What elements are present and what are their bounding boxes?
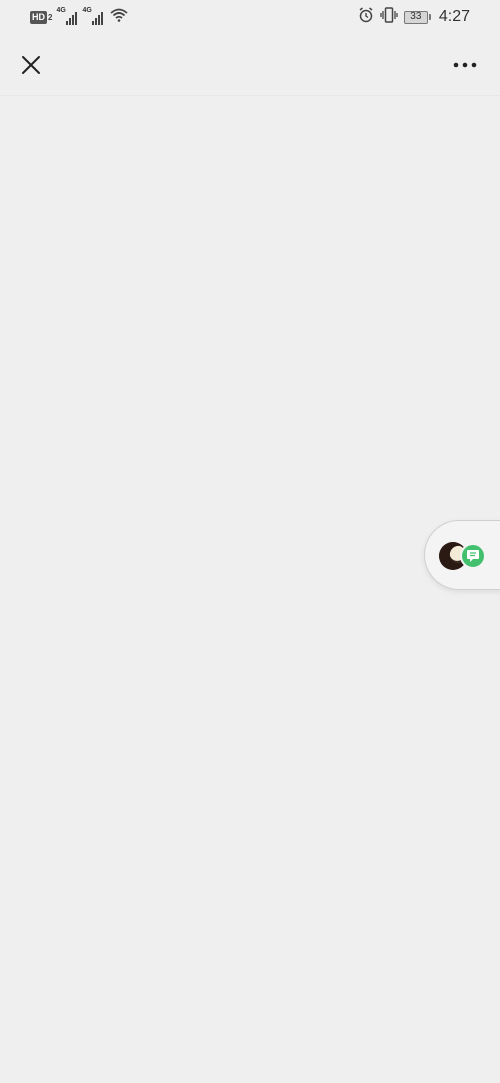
signal-icon: 4G <box>82 7 104 25</box>
status-right-group: 33 4:27 <box>358 6 470 28</box>
more-icon <box>453 62 477 67</box>
status-bar: HD 2 4G 4G 33 4:27 <box>0 0 500 34</box>
close-button[interactable] <box>14 48 48 82</box>
more-options-button[interactable] <box>448 48 482 82</box>
battery-level: 33 <box>403 10 428 24</box>
floating-chat-widget[interactable] <box>424 520 500 590</box>
content-area <box>0 96 500 1083</box>
chat-bubble-icon <box>467 550 479 562</box>
hd-sub-label: 2 <box>48 12 53 22</box>
close-icon <box>22 55 40 74</box>
alarm-icon <box>358 6 374 28</box>
hd-icon: HD 2 <box>30 10 52 24</box>
top-navigation-bar <box>0 34 500 96</box>
battery-tip <box>428 14 431 20</box>
wifi-icon <box>110 8 129 27</box>
hd-label: HD <box>30 10 47 24</box>
vibrate-icon <box>380 6 398 28</box>
signal-icon: 4G <box>56 7 78 25</box>
chat-badge <box>460 543 486 569</box>
battery-icon: 33 <box>403 10 431 24</box>
network-type-label: 4G <box>56 7 66 14</box>
status-left-group: HD 2 4G 4G <box>30 7 129 27</box>
network-type-label: 4G <box>82 7 92 14</box>
clock-time: 4:27 <box>438 8 470 25</box>
